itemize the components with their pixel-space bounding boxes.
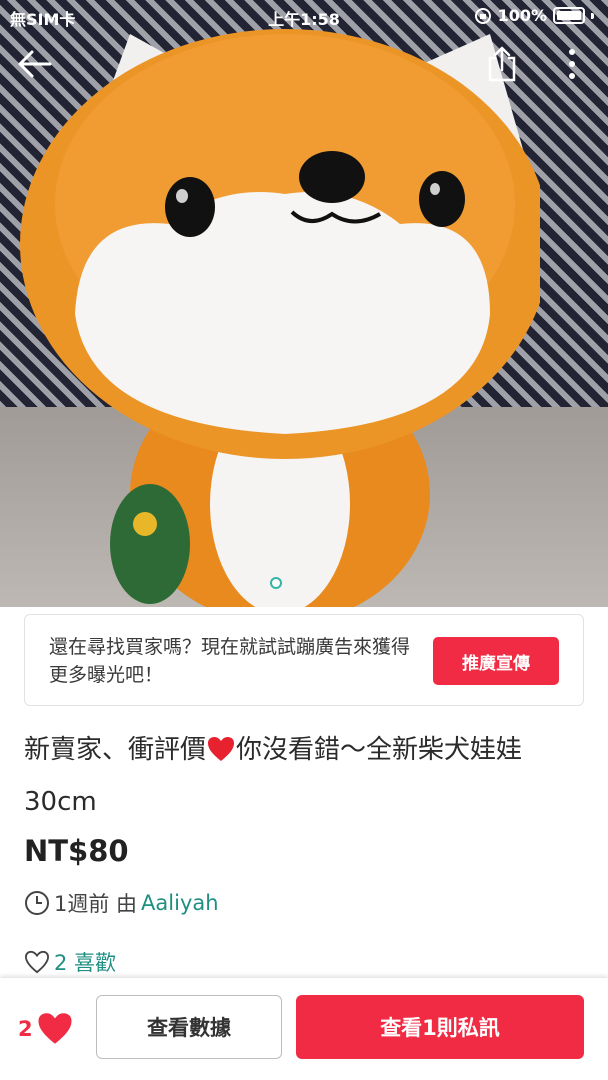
- status-bar: 無SIM卡 上午1:58 100%: [0, 0, 608, 32]
- likes-row[interactable]: 2 喜歡: [24, 947, 116, 977]
- likes-text: 2 喜歡: [54, 951, 117, 975]
- like-count: 2: [18, 1016, 33, 1041]
- more-vertical-icon: [569, 49, 575, 79]
- like-count-button[interactable]: 2: [18, 1012, 73, 1045]
- view-data-button[interactable]: 查看數據: [96, 995, 282, 1059]
- battery-icon: [553, 7, 585, 24]
- view-chat-button[interactable]: 查看1則私訊: [296, 995, 584, 1059]
- listing-price: NT$80: [24, 834, 129, 868]
- posted-ago: 1週前 由: [54, 892, 138, 916]
- battery-nub: [591, 12, 594, 19]
- promo-banner: 還在尋找買家嗎？現在就試試蹦廣告來獲得更多曝光吧！ 推廣宣傳: [24, 614, 584, 706]
- share-button[interactable]: [482, 44, 522, 84]
- back-arrow-icon: [18, 50, 52, 78]
- clock-icon: [25, 891, 49, 915]
- listing-title-part1: 新賣家、衝評價: [24, 735, 207, 765]
- listing-title: 新賣家、衝評價 你沒看錯～全新柴犬娃娃30cm: [24, 724, 584, 828]
- battery-group: 100%: [474, 6, 594, 25]
- plush-shiba-image: [20, 29, 540, 607]
- promo-text: 還在尋找買家嗎？現在就試試蹦廣告來獲得更多曝光吧！: [49, 636, 411, 686]
- more-button[interactable]: [552, 44, 592, 84]
- photo-page-indicator[interactable]: [270, 577, 282, 589]
- seller-link[interactable]: Aaliyah: [141, 891, 219, 915]
- listing-meta: 1週前 由 Aaliyah: [24, 888, 219, 918]
- heart-outline-icon: [24, 950, 50, 974]
- heart-filled-icon: [38, 1013, 72, 1044]
- back-button[interactable]: [14, 44, 54, 84]
- promote-button[interactable]: 推廣宣傳: [433, 637, 559, 685]
- heart-emoji-icon: [208, 737, 235, 761]
- bottom-action-bar: 2 查看數據 查看1則私訊: [0, 978, 608, 1080]
- orientation-lock-icon: [474, 7, 491, 24]
- battery-percent: 100%: [497, 6, 547, 25]
- listing-photo[interactable]: [0, 0, 608, 607]
- share-icon: [488, 46, 516, 82]
